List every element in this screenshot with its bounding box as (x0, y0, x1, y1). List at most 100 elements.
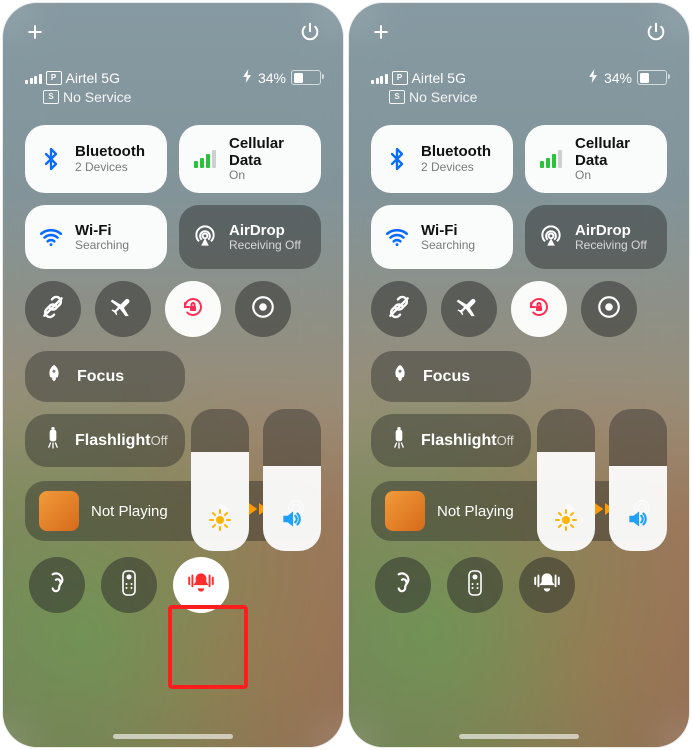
brightness-slider[interactable] (537, 409, 595, 551)
cellular-sub: On (575, 169, 655, 183)
cellular-tile[interactable]: Cellular DataOn (179, 125, 321, 193)
hearing-button[interactable] (29, 557, 85, 613)
flashlight-sub: Off (151, 433, 168, 448)
airdrop-title: AirDrop (229, 222, 301, 239)
focus-icon (43, 363, 65, 390)
focus-icon (389, 363, 411, 390)
screen-record-toggle[interactable] (235, 281, 291, 337)
wifi-title: Wi-Fi (75, 222, 129, 239)
bell-icon (532, 570, 562, 601)
media-label: Not Playing (91, 503, 203, 520)
carrier-2-label: No Service (63, 88, 131, 107)
add-icon[interactable] (25, 22, 45, 42)
focus-title: Focus (423, 368, 470, 386)
battery-pct: 34% (604, 70, 632, 86)
silent-mode-toggle[interactable] (173, 557, 229, 613)
personal-hotspot-toggle[interactable] (371, 281, 427, 337)
speaker-icon (279, 506, 305, 537)
airplane-mode-toggle[interactable] (441, 281, 497, 337)
cellular-title: Cellular Data (229, 135, 309, 170)
cellular-bars-icon (537, 145, 565, 173)
home-indicator (459, 734, 579, 739)
media-label: Not Playing (437, 503, 549, 520)
remote-button[interactable] (447, 557, 503, 613)
airdrop-tile[interactable]: AirDropReceiving Off (179, 205, 321, 269)
record-icon (250, 294, 276, 325)
bluetooth-sub: 2 Devices (75, 161, 145, 175)
remote-button[interactable] (101, 557, 157, 613)
orientation-lock-toggle[interactable] (165, 281, 221, 337)
focus-tile[interactable]: Focus (25, 351, 185, 402)
battery-icon (637, 70, 667, 85)
battery-pct: 34% (258, 70, 286, 86)
flashlight-title: Flashlight (75, 432, 151, 449)
airdrop-sub: Receiving Off (575, 239, 647, 253)
topbar (371, 17, 667, 47)
signal-bars-icon (371, 72, 388, 84)
airdrop-icon (537, 223, 565, 251)
wifi-icon (383, 223, 411, 251)
sun-icon (554, 508, 578, 537)
remote-icon (121, 569, 137, 602)
album-art (385, 491, 425, 531)
wifi-tile[interactable]: Wi-FiSearching (25, 205, 167, 269)
bluetooth-tile[interactable]: Bluetooth2 Devices (371, 125, 513, 193)
flashlight-tile[interactable]: FlashlightOff (371, 414, 531, 467)
airdrop-title: AirDrop (575, 222, 647, 239)
carrier-1-label: Airtel 5G (66, 69, 120, 88)
flashlight-icon (389, 426, 409, 455)
bluetooth-icon (383, 145, 411, 173)
wifi-icon (37, 223, 65, 251)
cellular-tile[interactable]: Cellular DataOn (525, 125, 667, 193)
topbar (25, 17, 321, 47)
bluetooth-title: Bluetooth (421, 143, 491, 160)
ear-icon (390, 570, 416, 601)
sim-s-icon: S (389, 90, 405, 104)
link-icon (40, 294, 66, 325)
charging-icon (242, 69, 253, 86)
airplane-mode-toggle[interactable] (95, 281, 151, 337)
volume-slider[interactable] (263, 409, 321, 551)
flashlight-icon (43, 426, 63, 455)
bluetooth-sub: 2 Devices (421, 161, 491, 175)
home-indicator (113, 734, 233, 739)
status-bar: P Airtel 5G S No Service 34% (371, 69, 667, 107)
wifi-sub: Searching (75, 239, 129, 253)
power-icon[interactable] (645, 21, 667, 43)
wifi-title: Wi-Fi (421, 222, 475, 239)
screenshot-right: P Airtel 5G S No Service 34% (349, 3, 689, 747)
bluetooth-tile[interactable]: Bluetooth2 Devices (25, 125, 167, 193)
screenshot-left: P Airtel 5G S No Service 34% (3, 3, 343, 747)
personal-hotspot-toggle[interactable] (25, 281, 81, 337)
charging-icon (588, 69, 599, 86)
ear-icon (44, 570, 70, 601)
hearing-button[interactable] (375, 557, 431, 613)
cellular-title: Cellular Data (575, 135, 655, 170)
orientation-lock-toggle[interactable] (511, 281, 567, 337)
cellular-sub: On (229, 169, 309, 183)
carrier-1-label: Airtel 5G (412, 69, 466, 88)
volume-slider[interactable] (609, 409, 667, 551)
wifi-tile[interactable]: Wi-FiSearching (371, 205, 513, 269)
wifi-sub: Searching (421, 239, 475, 253)
power-icon[interactable] (299, 21, 321, 43)
album-art (39, 491, 79, 531)
remote-icon (467, 569, 483, 602)
bluetooth-icon (37, 145, 65, 173)
carrier-2-label: No Service (409, 88, 477, 107)
add-icon[interactable] (371, 22, 391, 42)
rotation-lock-icon (181, 295, 205, 324)
airdrop-tile[interactable]: AirDropReceiving Off (525, 205, 667, 269)
silent-mode-toggle[interactable] (519, 557, 575, 613)
airplane-icon (455, 293, 483, 326)
brightness-slider[interactable] (191, 409, 249, 551)
cellular-bars-icon (191, 145, 219, 173)
flashlight-tile[interactable]: FlashlightOff (25, 414, 185, 467)
status-bar: P Airtel 5G S No Service 34% (25, 69, 321, 107)
airdrop-icon (191, 223, 219, 251)
focus-tile[interactable]: Focus (371, 351, 531, 402)
battery-icon (291, 70, 321, 85)
sun-icon (208, 508, 232, 537)
airdrop-sub: Receiving Off (229, 239, 301, 253)
screen-record-toggle[interactable] (581, 281, 637, 337)
